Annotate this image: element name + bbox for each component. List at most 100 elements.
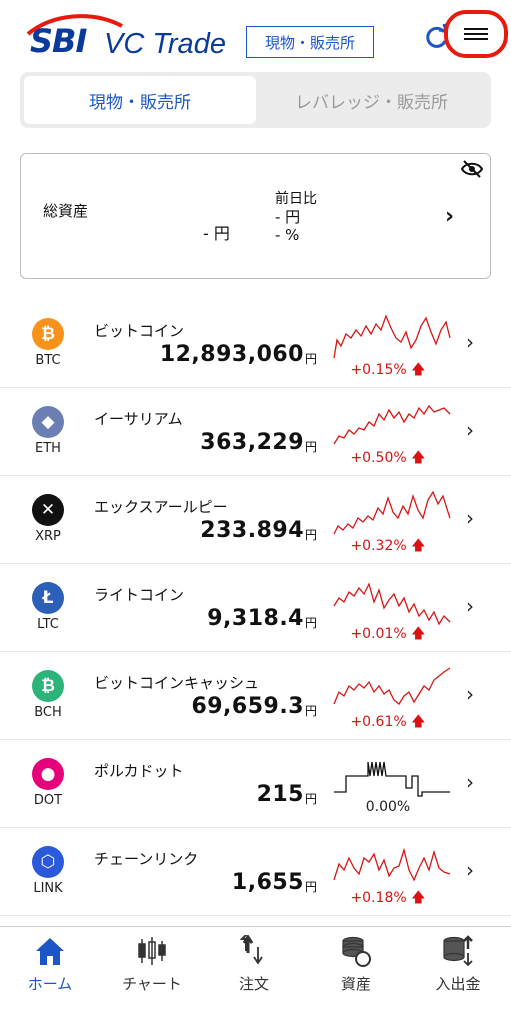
up-arrow-icon: 🡅: [411, 362, 426, 378]
nav-home[interactable]: ホーム: [0, 933, 100, 1003]
logo-product-text: VC Trade: [104, 28, 226, 60]
coin-price-unit: 円: [305, 528, 318, 542]
coin-row-link[interactable]: ⬡ LINK チェーンリンク 1,655 円 +0.18% 🡅 ›: [0, 828, 511, 916]
nav-label: 入出金: [435, 975, 481, 993]
litecoin-icon: Ł: [32, 582, 64, 614]
coin-price-unit: 円: [305, 704, 318, 718]
coin-symbol: LINK: [33, 881, 63, 896]
price-sparkline: [333, 667, 451, 705]
price-sparkline: [333, 314, 451, 359]
coin-price: 233.894: [200, 518, 304, 543]
coin-change: +0.61% 🡅: [350, 714, 426, 730]
nav-label: チャート: [122, 975, 182, 993]
coin-symbol: BTC: [35, 353, 61, 368]
chevron-right-icon: ›: [466, 330, 474, 354]
nav-label: 資産: [340, 975, 371, 993]
coin-name: ポルカドット: [94, 762, 184, 780]
coin-list: ₿ BTC ビットコイン 12,893,060 円 +0.15% 🡅 › ◆ E…: [0, 300, 511, 916]
up-arrow-icon: 🡅: [411, 626, 426, 642]
coin-row-ltc[interactable]: Ł LTC ライトコイン 9,318.4 円 +0.01% 🡅 ›: [0, 564, 511, 652]
market-segment-tabs: 現物・販売所 レバレッジ・販売所: [20, 72, 491, 128]
coin-row-eth[interactable]: ◆ ETH イーサリアム 363,229 円 +0.50% 🡅 ›: [0, 388, 511, 476]
coin-change: +0.01% 🡅: [350, 626, 426, 642]
logo-sbi-text: SBI: [30, 22, 87, 60]
total-assets-label: 総資産: [43, 202, 89, 220]
coin-row-bch[interactable]: ₿ BCH ビットコインキャッシュ 69,659.3 円 +0.61% 🡅 ›: [0, 652, 511, 740]
coin-price: 363,229: [200, 430, 304, 455]
price-sparkline: [333, 490, 451, 535]
mode-badge: 現物・販売所: [246, 26, 374, 58]
coin-symbol: XRP: [35, 529, 61, 544]
nav-label: 注文: [238, 975, 269, 993]
nav-order[interactable]: 注文: [204, 933, 304, 1003]
coin-name: ライトコイン: [94, 586, 185, 604]
coin-price: 12,893,060: [159, 342, 304, 367]
bitcoin-cash-icon: ₿: [32, 670, 64, 702]
nav-label: ホーム: [27, 975, 73, 993]
price-sparkline: [334, 761, 450, 797]
asset-summary-card[interactable]: 総資産 - 円 前日比 - 円 - % ›: [20, 153, 491, 279]
coin-price: 69,659.3: [191, 694, 304, 719]
chevron-right-icon: ›: [466, 682, 474, 706]
hamburger-icon: [464, 25, 488, 43]
up-arrow-icon: 🡅: [411, 450, 426, 466]
coin-symbol: LTC: [37, 617, 59, 632]
hamburger-menu-button[interactable]: [444, 10, 508, 58]
bottom-navigation: ホーム チャート 注文 資産 入出金: [0, 926, 511, 1024]
coin-symbol: BCH: [34, 705, 62, 720]
total-assets-value: - 円: [203, 224, 230, 243]
coin-row-xrp[interactable]: ✕ XRP エックスアールピー 233.894 円 +0.32% 🡅 ›: [0, 476, 511, 564]
xrp-icon: ✕: [32, 494, 64, 526]
coin-row-dot[interactable]: ● DOT ポルカドット 215 円 0.00% ›: [0, 740, 511, 828]
nav-chart[interactable]: チャート: [102, 933, 202, 1003]
coin-change: +0.18% 🡅: [350, 890, 426, 906]
nav-deposit-withdraw[interactable]: 入出金: [408, 933, 508, 1003]
coin-change: +0.15% 🡅: [350, 362, 426, 378]
price-sparkline: [333, 847, 451, 882]
prev-day-label: 前日比: [275, 191, 317, 207]
home-icon: [36, 938, 64, 965]
coin-price: 215: [256, 782, 304, 807]
up-arrow-icon: 🡅: [411, 714, 426, 730]
ethereum-icon: ◆: [32, 406, 64, 438]
coin-name: ビットコインキャッシュ: [94, 674, 260, 692]
chevron-right-icon: ›: [466, 770, 474, 794]
coin-change: +0.32% 🡅: [350, 538, 426, 554]
prev-day-percent: - %: [275, 226, 300, 244]
chainlink-icon: ⬡: [32, 846, 64, 878]
nav-assets[interactable]: 資産: [306, 933, 406, 1003]
candlestick-chart-icon: [138, 937, 166, 965]
bitcoin-icon: ₿: [32, 318, 64, 350]
coin-name: チェーンリンク: [94, 850, 199, 868]
deposit-withdraw-icon: [443, 935, 473, 967]
up-arrow-icon: 🡅: [411, 890, 426, 906]
coin-price-unit: 円: [305, 792, 318, 806]
coin-price-unit: 円: [305, 880, 318, 894]
app-header: SBI VC Trade 現物・販売所: [0, 0, 511, 72]
coin-price: 1,655: [231, 870, 304, 895]
coin-name: イーサリアム: [94, 410, 183, 428]
coin-name: エックスアールピー: [94, 498, 228, 516]
coin-price-unit: 円: [305, 352, 318, 366]
coins-icon: [342, 936, 371, 967]
order-icon: [239, 935, 263, 965]
coin-change: +0.50% 🡅: [350, 450, 426, 466]
hide-eye-icon[interactable]: [461, 160, 483, 178]
coin-change: 0.00%: [365, 799, 411, 815]
up-arrow-icon: 🡅: [411, 538, 426, 554]
coin-name: ビットコイン: [94, 322, 185, 340]
chevron-right-icon: ›: [445, 204, 455, 229]
coin-price: 9,318.4: [207, 606, 304, 631]
prev-day-yen: - 円: [275, 208, 301, 226]
chevron-right-icon: ›: [466, 858, 474, 882]
coin-price-unit: 円: [305, 440, 318, 454]
tab-spot-sales[interactable]: 現物・販売所: [24, 76, 256, 124]
polkadot-icon: ●: [32, 758, 64, 790]
tab-leverage-sales[interactable]: レバレッジ・販売所: [256, 76, 487, 124]
chevron-right-icon: ›: [466, 594, 474, 618]
chevron-right-icon: ›: [466, 418, 474, 442]
coin-row-btc[interactable]: ₿ BTC ビットコイン 12,893,060 円 +0.15% 🡅 ›: [0, 300, 511, 388]
coin-symbol: DOT: [33, 793, 63, 808]
chevron-right-icon: ›: [466, 506, 474, 530]
price-sparkline: [333, 404, 451, 445]
